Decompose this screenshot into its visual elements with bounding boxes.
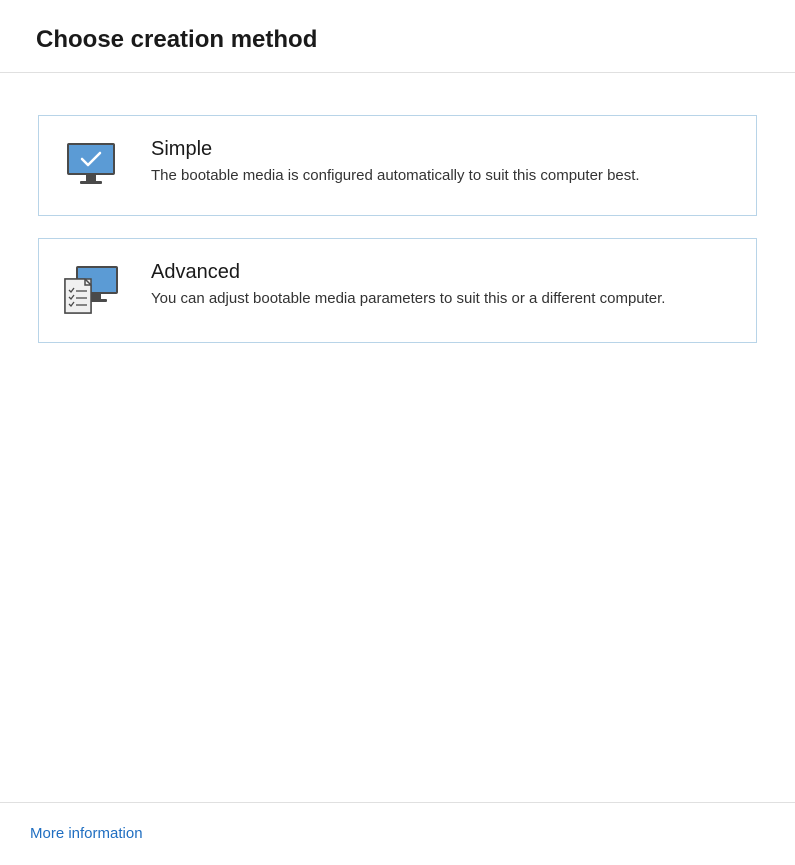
content-area: Simple The bootable media is configured … (0, 73, 795, 802)
page-footer: More information (0, 802, 795, 865)
option-advanced-icon-wrapper (63, 261, 119, 320)
option-advanced-title: Advanced (151, 261, 730, 284)
monitor-check-icon (66, 142, 116, 193)
option-simple-description: The bootable media is configured automat… (151, 165, 730, 187)
option-advanced-description: You can adjust bootable media parameters… (151, 288, 730, 310)
page-title: Choose creation method (36, 26, 795, 54)
option-advanced[interactable]: Advanced You can adjust bootable media p… (38, 238, 757, 343)
monitor-checklist-icon (63, 265, 119, 320)
option-simple[interactable]: Simple The bootable media is configured … (38, 115, 757, 216)
more-information-link[interactable]: More information (30, 825, 143, 842)
option-advanced-text: Advanced You can adjust bootable media p… (151, 261, 730, 310)
option-simple-text: Simple The bootable media is configured … (151, 138, 730, 187)
page-header: Choose creation method (0, 0, 795, 73)
option-simple-title: Simple (151, 138, 730, 161)
option-simple-icon-wrapper (63, 138, 119, 193)
